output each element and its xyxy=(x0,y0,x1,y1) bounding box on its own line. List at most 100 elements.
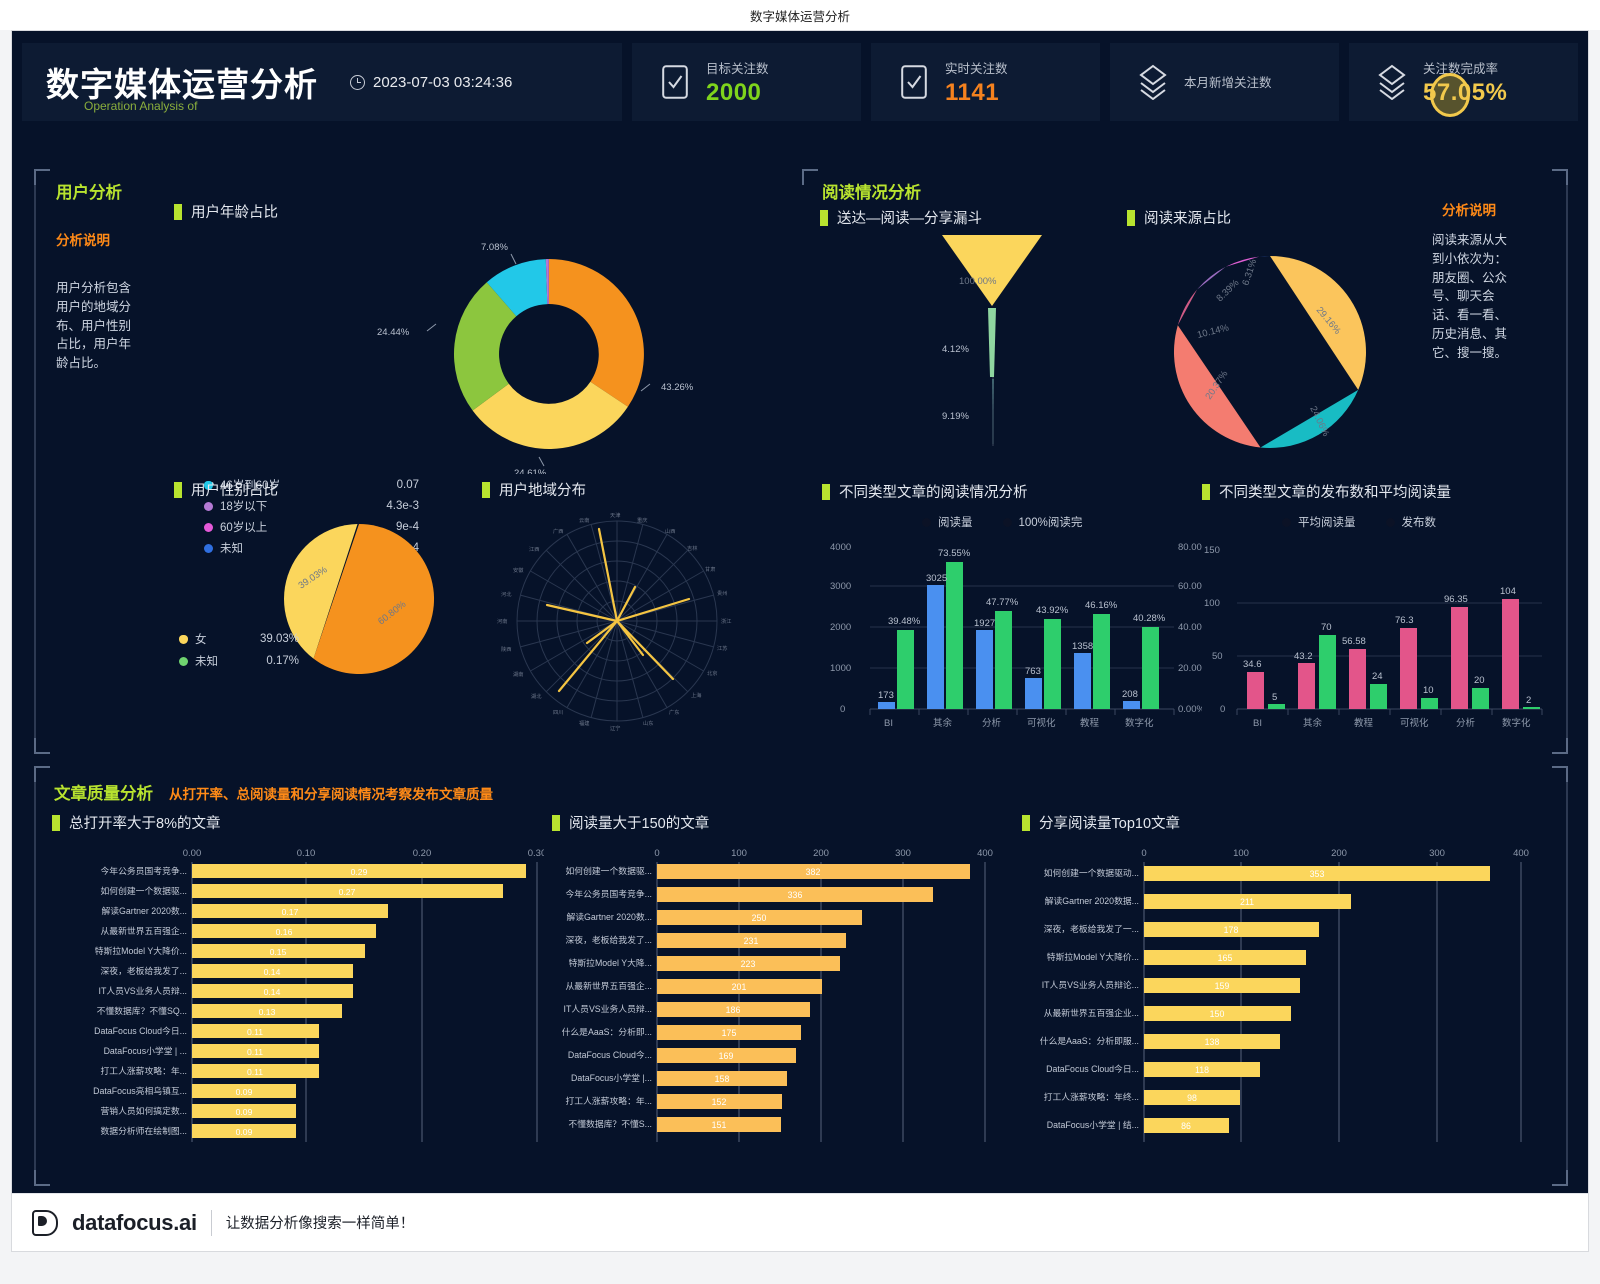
svg-text:0.10: 0.10 xyxy=(297,848,316,859)
svg-text:湖北: 湖北 xyxy=(531,692,542,700)
svg-text:175: 175 xyxy=(722,1028,737,1038)
chart-share-top10-hbar[interactable]: 0 100 200 300 400 如何创建一个数据驱动... 解读Gartner 2… xyxy=(1009,842,1529,1152)
chart-title-type-publish: 不同类型文章的发布数和平均阅读量 xyxy=(1202,481,1451,502)
svg-text:1358: 1358 xyxy=(1072,641,1093,652)
svg-text:0.13: 0.13 xyxy=(259,1007,276,1017)
chart-title-user-gender: 用户性别占比 xyxy=(174,479,278,500)
svg-text:4000: 4000 xyxy=(830,542,851,553)
svg-text:云南: 云南 xyxy=(579,516,589,524)
svg-text:300: 300 xyxy=(1429,848,1445,859)
chart-user-region-radar[interactable]: 浙江江苏 北京上海 广东山东 辽宁福建 四川湖北 湖南陕西 河南河北 安徽江西 … xyxy=(492,509,742,739)
chart-type-reading-bar[interactable]: 0 1000 2000 3000 4000 0.00% 20.00% 40.00… xyxy=(822,534,1202,749)
kpi-value: 57.05% xyxy=(1423,78,1508,106)
svg-text:382: 382 xyxy=(806,867,821,877)
svg-text:DataFocus Cloud今...: DataFocus Cloud今... xyxy=(568,1049,652,1060)
kpi-card-new-followers-month[interactable]: 本月新增关注数 xyxy=(1110,43,1339,121)
checkbox-icon xyxy=(658,65,692,99)
svg-text:200: 200 xyxy=(1331,848,1347,859)
svg-text:湖南: 湖南 xyxy=(513,670,523,678)
svg-text:0.17: 0.17 xyxy=(282,907,299,917)
bullet-icon xyxy=(1202,483,1210,500)
chart-title-text: 用户性别占比 xyxy=(191,483,278,499)
svg-text:数据分析师在绘制图...: 数据分析师在绘制图... xyxy=(100,1125,187,1136)
layers-icon xyxy=(1136,64,1170,100)
svg-text:深夜，老板给我发了一...: 深夜，老板给我发了一... xyxy=(1044,923,1139,934)
svg-text:如何创建一个数据驱...: 如何创建一个数据驱... xyxy=(565,865,652,876)
svg-text:不懂数据库？不懂S...: 不懂数据库？不懂S... xyxy=(568,1118,652,1129)
svg-text:广东: 广东 xyxy=(669,708,679,716)
legend-item[interactable]: 100%阅读完 xyxy=(1002,514,1083,530)
slice-label: 7.08% xyxy=(481,242,508,253)
legend-item[interactable]: 平均阅读量 xyxy=(1282,514,1356,530)
chart-title-text: 总打开率大于8%的文章 xyxy=(69,816,221,832)
page-subtitle: Operation Analysis of xyxy=(84,99,198,113)
chart-title-text: 用户地域分布 xyxy=(499,483,586,499)
svg-text:3025: 3025 xyxy=(926,573,947,584)
svg-text:山东: 山东 xyxy=(643,719,653,727)
kpi-card-realtime-followers[interactable]: 实时关注数 1141 xyxy=(871,43,1100,121)
chart-user-age-donut[interactable]: 43.26% 24.61% 24.44% 7.08% xyxy=(364,224,744,474)
svg-text:47.77%: 47.77% xyxy=(986,597,1019,608)
svg-text:86: 86 xyxy=(1181,1121,1191,1131)
chart-delivery-read-share-funnel[interactable]: 100.00% 4.12% 9.19% xyxy=(832,234,1122,454)
svg-text:0.11: 0.11 xyxy=(247,1047,263,1057)
svg-text:100: 100 xyxy=(731,848,747,859)
clock-icon xyxy=(350,74,365,90)
legend-item[interactable]: 未知 0.17% xyxy=(179,653,299,669)
svg-text:解读Gartner 2020数据...: 解读Gartner 2020数据... xyxy=(1045,895,1139,906)
svg-text:打工人涨薪攻略：年...: 打工人涨薪攻略：年... xyxy=(565,1095,652,1106)
bullet-icon xyxy=(1127,209,1135,226)
legend-swatch xyxy=(1282,517,1291,527)
svg-text:山西: 山西 xyxy=(665,527,675,535)
svg-text:DataFocus Cloud今日...: DataFocus Cloud今日... xyxy=(1046,1063,1139,1074)
article-quality-panel: 文章质量分析 从打开率、总阅读量和分享阅读情况考察发布文章质量 总打开率大于8%… xyxy=(34,766,1568,1186)
legend-label: 100%阅读完 xyxy=(1018,517,1083,529)
svg-text:0: 0 xyxy=(1220,704,1225,715)
svg-text:什么是AaaS：分析即服...: 什么是AaaS：分析即服... xyxy=(1040,1035,1139,1046)
svg-text:138: 138 xyxy=(1205,1037,1220,1047)
kpi-value: 2000 xyxy=(706,78,762,106)
bullet-icon xyxy=(482,481,490,498)
svg-text:数字化: 数字化 xyxy=(1502,717,1531,729)
svg-text:186: 186 xyxy=(726,1005,741,1015)
svg-text:其余: 其余 xyxy=(1303,717,1323,729)
chart-title-text: 不同类型文章的发布数和平均阅读量 xyxy=(1219,485,1451,501)
legend-item[interactable]: 阅读量 xyxy=(922,514,973,530)
datetime-value: 2023-07-03 03:24:36 xyxy=(373,73,513,91)
svg-text:201: 201 xyxy=(732,982,747,992)
svg-text:0: 0 xyxy=(1141,848,1146,859)
chart-read-source-pie[interactable]: 29.16% 24.06% 20.37% 10.14% 8.39% 6.31% xyxy=(1122,227,1412,462)
svg-text:打工人涨薪攻略：年...: 打工人涨薪攻略：年... xyxy=(100,1065,187,1076)
chart-reads-gt150-hbar[interactable]: 0 100 200 300 400 如何创建一个数据驱... 今年公务员国考竞争...… xyxy=(539,842,1029,1152)
chart-open-rate-hbar[interactable]: 0.000.10 0.200.30 今年公务员国考竞争... 如何创建一个数据驱… xyxy=(44,842,544,1152)
svg-text:178: 178 xyxy=(1224,925,1239,935)
frame-edge xyxy=(1566,766,1568,1186)
legend-label: 未知 xyxy=(195,656,218,668)
svg-text:40.28%: 40.28% xyxy=(1133,613,1166,624)
legend-item[interactable]: 发布数 xyxy=(1385,514,1436,530)
kpi-card-follower-completion-rate[interactable]: 关注数完成率 57.05% xyxy=(1349,43,1578,121)
svg-text:0.11: 0.11 xyxy=(247,1067,263,1077)
browser-tab-title: 数字媒体运营分析 xyxy=(0,0,1600,30)
svg-text:可视化: 可视化 xyxy=(1400,717,1429,729)
svg-text:河北: 河北 xyxy=(501,590,512,598)
section-title-user-analysis: 用户分析 xyxy=(56,184,122,202)
svg-text:IT人员VS业务人员辩...: IT人员VS业务人员辩... xyxy=(564,1003,652,1014)
svg-text:深夜，老板给我发了...: 深夜，老板给我发了... xyxy=(565,934,652,945)
dashboard-header: 数字媒体运营分析 Operation Analysis of 2023-07-0… xyxy=(22,43,1578,121)
chart-type-publish-bar[interactable]: 0 50 100 150 34.6 5 43.2 70 56.58 24 76.… xyxy=(1192,534,1562,749)
svg-text:深夜，老板给我发了...: 深夜，老板给我发了... xyxy=(100,965,187,976)
dashboard-footer: datafocus.ai 让数据分析像搜索一样简单！ xyxy=(12,1193,1588,1251)
legend-type-reading: 阅读量 100%阅读完 xyxy=(922,514,1082,530)
svg-text:150: 150 xyxy=(1204,545,1220,556)
legend-label: 女 xyxy=(195,634,207,646)
svg-text:10: 10 xyxy=(1423,685,1434,696)
note-title-reading: 分析说明 xyxy=(1442,203,1496,218)
legend-item[interactable]: 女 39.03% xyxy=(179,631,299,647)
svg-text:解读Gartner 2020数...: 解读Gartner 2020数... xyxy=(101,905,187,916)
svg-text:安徽: 安徽 xyxy=(513,566,524,574)
funnel-stage-label: 100.00% xyxy=(959,276,997,287)
kpi-card-target-followers[interactable]: 目标关注数 2000 xyxy=(632,43,861,121)
legend-swatch xyxy=(1002,517,1012,527)
chart-title-text: 送达—阅读—分享漏斗 xyxy=(837,211,982,227)
